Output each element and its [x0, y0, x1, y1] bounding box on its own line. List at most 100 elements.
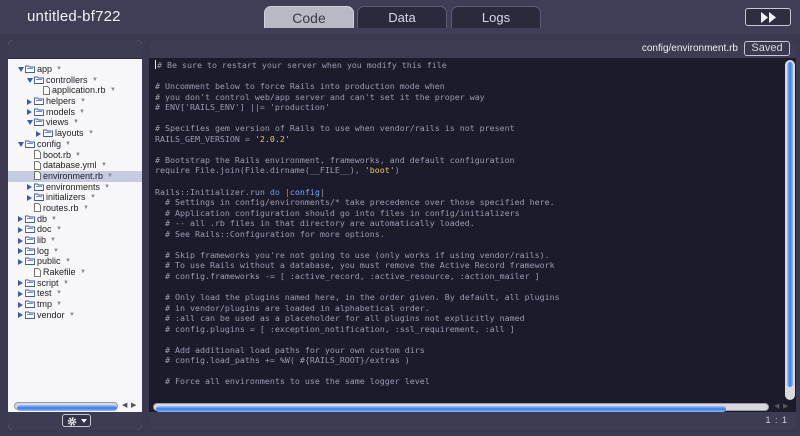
- item-menu-icon[interactable]: ▼: [80, 267, 86, 278]
- collapse-arrow-icon[interactable]: [27, 98, 32, 105]
- item-menu-icon[interactable]: ▼: [65, 256, 71, 267]
- item-menu-icon[interactable]: ▼: [88, 128, 94, 139]
- expand-arrow-icon[interactable]: [27, 120, 33, 126]
- item-menu-icon[interactable]: ▼: [56, 299, 62, 310]
- tree-folder[interactable]: initializers ▼: [8, 192, 142, 203]
- settings-menu-button[interactable]: [62, 414, 91, 427]
- item-menu-icon[interactable]: ▼: [110, 85, 116, 96]
- item-menu-icon[interactable]: ▼: [104, 182, 110, 193]
- tree-file[interactable]: environment.rb ▼: [8, 170, 142, 182]
- item-menu-icon[interactable]: ▼: [50, 235, 56, 246]
- tree-folder[interactable]: app ▼: [8, 64, 142, 75]
- tree-folder[interactable]: models ▼: [8, 107, 142, 118]
- tab-code[interactable]: Code: [264, 6, 354, 28]
- scroll-right-icon[interactable]: ▶: [783, 402, 788, 410]
- tree-folder[interactable]: layouts ▼: [8, 128, 142, 139]
- tree-folder[interactable]: tmp ▼: [8, 299, 142, 310]
- code-editor[interactable]: # Be sure to restart your server when yo…: [149, 60, 784, 400]
- collapse-arrow-icon[interactable]: [27, 194, 32, 201]
- code-token: # Only load the plugins named here, in t…: [155, 292, 560, 303]
- collapse-arrow-icon[interactable]: [27, 184, 32, 191]
- tree-folder[interactable]: db ▼: [8, 214, 142, 225]
- tab-logs[interactable]: Logs: [451, 6, 541, 28]
- tree-folder[interactable]: helpers ▼: [8, 96, 142, 107]
- scroll-left-icon[interactable]: ◀: [774, 402, 779, 410]
- item-menu-icon[interactable]: ▼: [75, 150, 81, 161]
- tree-folder[interactable]: config ▼: [8, 139, 142, 150]
- scroll-left-icon[interactable]: ◀: [122, 401, 127, 409]
- collapse-arrow-icon[interactable]: [18, 248, 23, 255]
- item-menu-icon[interactable]: ▼: [53, 246, 59, 257]
- code-token: # -- all .rb files in that directory are…: [155, 218, 475, 229]
- tree-file[interactable]: application.rb ▼: [8, 85, 142, 96]
- editor-vscrollbar[interactable]: [785, 60, 795, 400]
- item-menu-icon[interactable]: ▼: [101, 160, 107, 171]
- file-tree-hscrollbar[interactable]: ◀ ▶: [14, 401, 140, 412]
- tree-item-label: lib: [37, 235, 47, 245]
- scroll-track[interactable]: [153, 403, 769, 412]
- collapse-arrow-icon[interactable]: [27, 109, 32, 116]
- tree-folder[interactable]: test ▼: [8, 288, 142, 299]
- item-menu-icon[interactable]: ▼: [80, 96, 86, 107]
- expand-arrow-icon[interactable]: [18, 67, 24, 72]
- item-menu-icon[interactable]: ▼: [56, 224, 62, 235]
- code-token: ): [394, 165, 400, 176]
- scroll-track[interactable]: [14, 402, 118, 411]
- tree-file[interactable]: Rakefile ▼: [8, 267, 142, 278]
- tree-folder[interactable]: public ▼: [8, 256, 142, 267]
- code-token: Rails::Initializer.run: [155, 186, 270, 197]
- folder-icon: [25, 279, 35, 287]
- item-menu-icon[interactable]: ▼: [56, 64, 62, 75]
- tree-folder[interactable]: controllers ▼: [8, 75, 142, 86]
- expand-arrow-icon[interactable]: [27, 77, 33, 83]
- tree-folder[interactable]: script ▼: [8, 278, 142, 289]
- scroll-thumb[interactable]: [787, 62, 793, 387]
- tree-file[interactable]: database.yml ▼: [8, 160, 142, 171]
- save-status-button[interactable]: Saved: [744, 41, 790, 56]
- item-menu-icon[interactable]: ▼: [63, 278, 69, 289]
- scroll-right-icon[interactable]: ▶: [131, 401, 136, 409]
- code-token: 'boot': [364, 165, 395, 176]
- code-line: # :all can be used as a placeholder for …: [149, 313, 784, 324]
- collapse-arrow-icon[interactable]: [18, 312, 23, 319]
- file-tree: app ▼ controllers ▼ application.rb ▼ helpers ▼ m…: [8, 64, 142, 321]
- tree-folder[interactable]: environments ▼: [8, 182, 142, 193]
- item-menu-icon[interactable]: ▼: [69, 310, 75, 321]
- item-menu-icon[interactable]: ▼: [56, 288, 62, 299]
- collapse-arrow-icon[interactable]: [18, 216, 23, 223]
- collapse-arrow-icon[interactable]: [36, 130, 41, 137]
- item-menu-icon[interactable]: ▼: [83, 203, 89, 214]
- item-menu-icon[interactable]: ▼: [92, 75, 98, 86]
- item-menu-icon[interactable]: ▼: [79, 107, 85, 118]
- tree-folder[interactable]: log ▼: [8, 246, 142, 257]
- tree-folder[interactable]: vendor ▼: [8, 310, 142, 321]
- scroll-thumb[interactable]: [17, 405, 117, 411]
- collapse-arrow-icon[interactable]: [18, 290, 23, 297]
- expand-arrow-icon[interactable]: [18, 141, 24, 147]
- collapse-arrow-icon[interactable]: [18, 226, 23, 233]
- tab-data[interactable]: Data: [357, 6, 447, 28]
- item-menu-icon[interactable]: ▼: [90, 192, 96, 203]
- folder-icon: [25, 215, 35, 223]
- item-menu-icon[interactable]: ▼: [73, 117, 79, 128]
- code-token: RAILS_GEM_VERSION =: [155, 133, 255, 144]
- chevron-down-icon: [81, 419, 87, 423]
- tree-folder[interactable]: views ▼: [8, 117, 142, 128]
- collapse-arrow-icon[interactable]: [18, 301, 23, 308]
- tree-folder[interactable]: doc ▼: [8, 224, 142, 235]
- code-line: # Settings in config/environments/* take…: [149, 197, 784, 208]
- code-line: # Skip frameworks you're not going to us…: [149, 250, 784, 261]
- item-menu-icon[interactable]: ▼: [65, 139, 71, 150]
- code-token: |: [279, 186, 290, 197]
- collapse-arrow-icon[interactable]: [18, 280, 23, 287]
- tree-folder[interactable]: lib ▼: [8, 235, 142, 246]
- tree-file[interactable]: routes.rb ▼: [8, 203, 142, 214]
- collapse-arrow-icon[interactable]: [18, 237, 23, 244]
- item-menu-icon[interactable]: ▼: [107, 171, 113, 182]
- run-button[interactable]: [745, 8, 791, 26]
- tree-file[interactable]: boot.rb ▼: [8, 150, 142, 161]
- item-menu-icon[interactable]: ▼: [51, 214, 57, 225]
- folder-icon: [25, 236, 35, 244]
- collapse-arrow-icon[interactable]: [18, 258, 23, 265]
